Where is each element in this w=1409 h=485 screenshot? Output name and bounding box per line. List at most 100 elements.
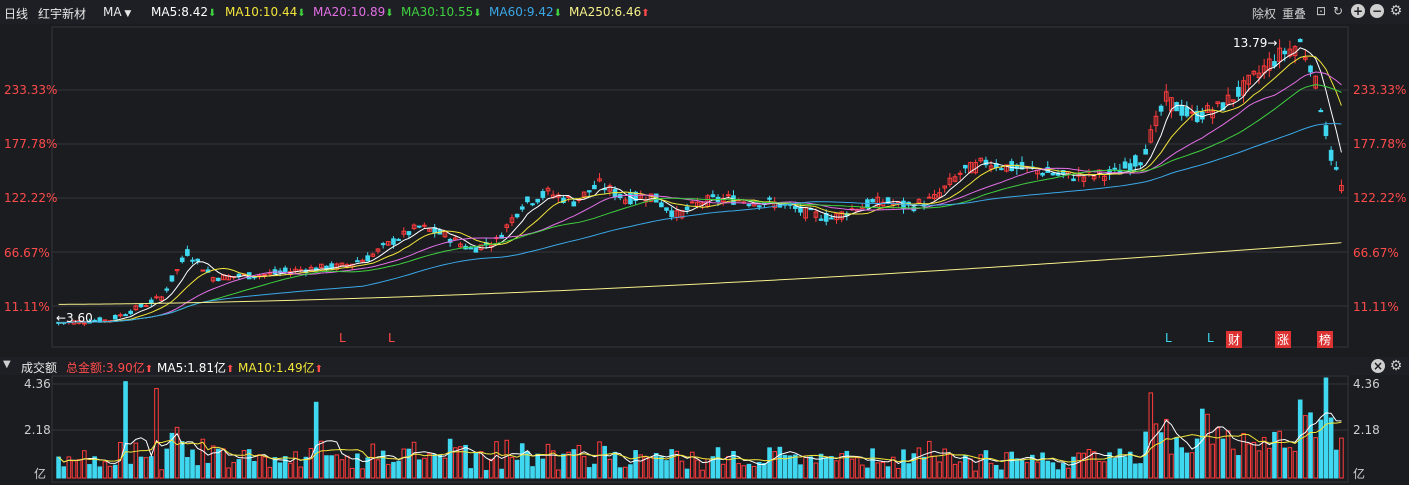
max-price-label: 13.79→: [1233, 36, 1278, 50]
y-tick-left: 233.33%: [4, 83, 58, 97]
marker-L[interactable]: L: [1207, 331, 1214, 345]
candle-body: [746, 204, 752, 207]
candle-body: [422, 224, 427, 227]
volume-bar: [391, 461, 396, 479]
candle-body: [1050, 172, 1056, 176]
volume-bar: [1024, 462, 1030, 479]
volume-bar: [442, 457, 448, 479]
volume-bar: [999, 469, 1004, 479]
volume-bar: [1127, 451, 1133, 479]
volume-bar: [494, 441, 499, 479]
vol-tick-right: 4.36: [1353, 377, 1380, 391]
marker-finance[interactable]: 财: [1226, 331, 1243, 348]
arrow-up-icon: ⬆: [144, 364, 154, 375]
marker-L[interactable]: L: [388, 331, 395, 345]
candle-body: [128, 310, 134, 314]
vol-tick-left: 2.18: [24, 423, 51, 437]
volume-bar: [545, 443, 551, 479]
volume-bar: [695, 459, 700, 479]
marker-rise[interactable]: 涨: [1275, 331, 1292, 348]
volume-bar: [1045, 460, 1051, 479]
marker-L[interactable]: L: [339, 331, 346, 345]
volume-bar: [746, 463, 752, 479]
volume-bar: [355, 453, 360, 479]
volume-bar: [1035, 461, 1040, 479]
volume-bar: [602, 445, 607, 479]
volume-bar: [1004, 452, 1009, 479]
volume-bar: [427, 453, 432, 479]
volume-bar: [519, 443, 525, 479]
volume-bar: [689, 451, 695, 479]
volume-bar: [1256, 450, 1262, 479]
y-tick-right: 66.67%: [1353, 246, 1399, 260]
volume-bar: [215, 448, 221, 479]
volume-bar: [772, 451, 778, 479]
volume-bar: [298, 466, 304, 479]
volume-bar: [659, 456, 664, 479]
volume-bar: [432, 454, 437, 479]
candle-body: [818, 218, 824, 221]
volume-bar: [859, 464, 865, 479]
volume-bar: [648, 456, 654, 479]
settings-gear-icon[interactable]: ⚙: [1389, 359, 1403, 373]
volume-bar: [983, 450, 989, 479]
marker-L[interactable]: L: [1165, 331, 1172, 345]
volume-bar: [1277, 430, 1282, 479]
volume-bar: [1261, 436, 1267, 479]
candle-body: [190, 259, 195, 262]
volume-bar: [1153, 423, 1159, 479]
candle-body: [143, 305, 149, 308]
volume-bar: [97, 466, 103, 479]
volume-bar: [1210, 443, 1215, 479]
candle-body: [1040, 172, 1045, 176]
candle-body: [179, 257, 185, 263]
volume-bar: [386, 463, 391, 479]
volume-bar: [870, 448, 875, 479]
volume-bar: [437, 454, 443, 479]
volume-bar: [638, 454, 644, 479]
vol-ma10: MA10:1.49亿⬆: [238, 361, 323, 375]
y-tick-left: 122.22%: [4, 191, 58, 205]
volume-bar: [319, 440, 324, 479]
volume-bar: [787, 455, 793, 479]
volume-bar: [1040, 452, 1045, 479]
volume-bar: [581, 456, 587, 479]
volume-bar: [195, 465, 200, 479]
candle-body: [540, 191, 546, 198]
volume-bar: [829, 456, 834, 479]
candle-body: [123, 314, 128, 317]
y-tick-left: 11.11%: [4, 300, 50, 314]
volume-bar: [844, 450, 850, 479]
volume-bar: [380, 450, 386, 479]
candle-body: [1179, 105, 1185, 116]
volume-bar: [880, 461, 886, 479]
volume-bar: [1272, 431, 1277, 479]
volume-bar: [1163, 418, 1169, 479]
kline-chart[interactable]: [0, 0, 1409, 485]
volume-bar: [679, 460, 685, 479]
volume-bar: [1055, 469, 1061, 479]
volume-frame: [51, 375, 1349, 483]
volume-bar: [1215, 427, 1221, 479]
volume-bar: [849, 458, 855, 479]
volume-bar: [813, 462, 819, 479]
candle-body: [473, 247, 479, 253]
volume-bar: [339, 459, 345, 479]
volume-bar: [1060, 463, 1066, 479]
collapse-icon[interactable]: ▼: [3, 359, 11, 370]
candle-body: [282, 267, 288, 273]
candle-body: [138, 303, 144, 308]
volume-bar: [968, 458, 973, 479]
candle-body: [1127, 163, 1133, 172]
close-icon[interactable]: ×: [1371, 359, 1385, 373]
volume-title[interactable]: 成交额: [21, 359, 57, 376]
volume-bar: [664, 460, 669, 479]
marker-list[interactable]: 榜: [1317, 331, 1334, 348]
volume-bar: [952, 463, 958, 479]
volume-bar: [993, 464, 999, 479]
volume-bar: [896, 467, 901, 479]
volume-bar: [1081, 452, 1087, 479]
volume-bar: [1019, 460, 1025, 479]
volume-bar: [92, 456, 97, 479]
volume-bar: [396, 460, 401, 479]
